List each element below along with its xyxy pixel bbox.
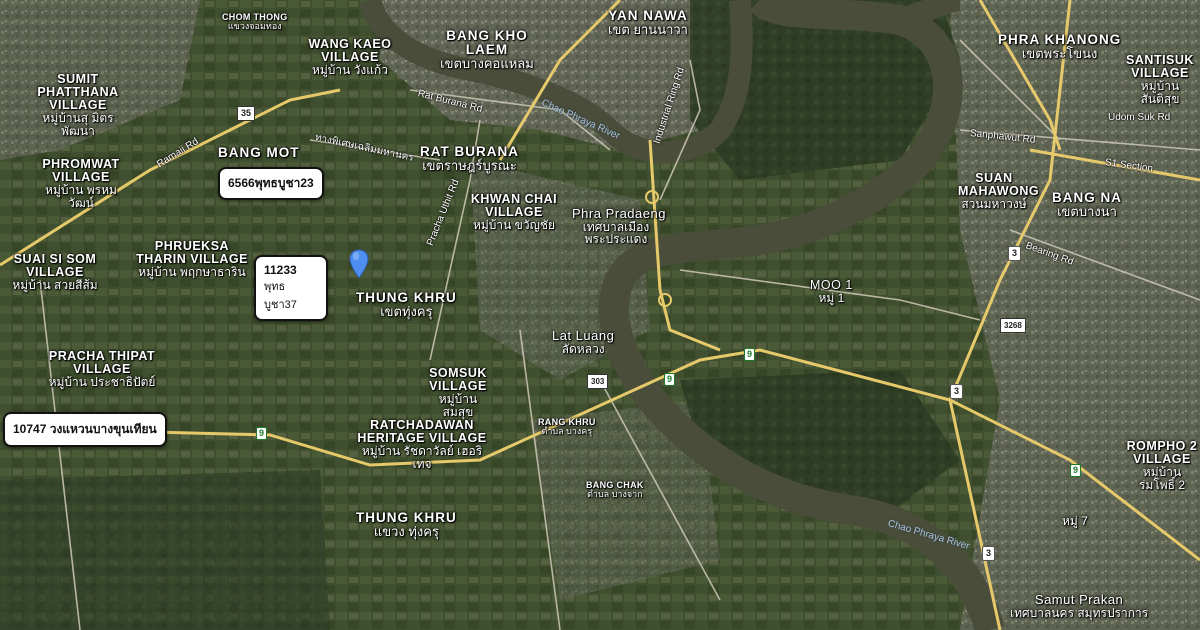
place-callout[interactable]: 11233 พุทธบูชา37 — [254, 255, 328, 321]
place-label: MOO 1 หมู่ 1 — [810, 278, 853, 306]
place-label: SUAI SI SOM VILLAGE หมู่บ้าน สวยสีส้ม — [12, 252, 98, 293]
place-label: RATCHADAWAN HERITAGE VILLAGE หมู่บ้าน รัช… — [357, 418, 487, 471]
route-shield: 9 — [744, 348, 755, 361]
place-label: SUAN MAHAWONG สวนมหาวงษ์ — [958, 171, 1040, 212]
place-callout[interactable]: 10747 วงแหวนบางขุนเทียน — [3, 412, 167, 447]
place-label: CHOM THONG แขวงจอมทอง — [222, 12, 288, 32]
place-label: PHROMWAT VILLAGE หมู่บ้าน พรหมวัฒน์ — [42, 157, 120, 210]
route-shield: 9 — [256, 427, 267, 440]
place-label: PHRUEKSA THARIN VILLAGE หมู่บ้าน พฤกษาธาร… — [136, 239, 248, 280]
route-shield: 9 — [1070, 464, 1081, 477]
route-shield: 3268 — [1000, 318, 1026, 333]
place-callout[interactable]: 6566พุทธบูชา23 — [218, 167, 324, 200]
road-label: Udom Suk Rd — [1108, 112, 1171, 123]
place-label: THUNG KHRU เขตทุ่งครุ — [356, 290, 457, 320]
route-shield: 3 — [1008, 246, 1021, 261]
place-label: SOMSUK VILLAGE หมู่บ้าน สมสุข — [429, 366, 487, 419]
place-label: หมู่ 7 — [1062, 514, 1088, 528]
place-label: Lat Luang ลัดหลวง — [552, 328, 615, 356]
place-label: Phra Pradaeng เทศบาลเมือง พระประแดง — [572, 206, 666, 247]
place-label: RANG KHRU ตำบล บางครุ — [538, 417, 596, 437]
place-label: ROMPHO 2 VILLAGE หมู่บ้าน ร่มโพธิ์ 2 — [1126, 439, 1198, 492]
place-label: BANG MOT — [218, 145, 300, 160]
route-shield: 303 — [587, 374, 609, 389]
place-label: Samut Prakan เทศบาลนคร สมุทรปราการ — [1010, 592, 1149, 620]
location-pin-icon[interactable] — [349, 249, 369, 279]
place-label: SUMIT PHATTHANA VILLAGE หมู่บ้านสุ มิตรพั… — [37, 72, 119, 138]
place-label: RAT BURANA เขตราษฎร์บูรณะ — [420, 144, 519, 174]
route-shield: 3 — [982, 546, 995, 561]
place-label: THUNG KHRU แขวง ทุ่งครุ — [356, 510, 457, 540]
route-shield: 9 — [664, 373, 675, 386]
forest-area — [0, 470, 330, 630]
route-shield: 3 — [950, 384, 963, 399]
place-label: PRACHA THIPAT VILLAGE หมู่บ้าน ประชาธิปัต… — [48, 349, 156, 390]
place-label: YAN NAWA เขต ยานนาวา — [608, 8, 688, 38]
place-label: PHRA KHANONG เขตพระโขนง — [998, 32, 1122, 62]
place-label: WANG KAEO VILLAGE หมู่บ้าน วังแก้ว — [308, 37, 392, 78]
satellite-map[interactable] — [0, 0, 1200, 630]
place-label: BANG CHAK ตำบล บางจาก — [586, 480, 644, 500]
place-label: BANG NA เขตบางนา — [1052, 190, 1122, 220]
route-shield: 35 — [237, 106, 256, 121]
place-label: BANG KHO LAEM เขตบางคอแหลม — [440, 28, 534, 72]
place-label: SANTISUK VILLAGE หมู่บ้าน สันติสุข — [1126, 53, 1194, 106]
place-label: KHWAN CHAI VILLAGE หมู่บ้าน ขวัญชัย — [470, 192, 558, 233]
